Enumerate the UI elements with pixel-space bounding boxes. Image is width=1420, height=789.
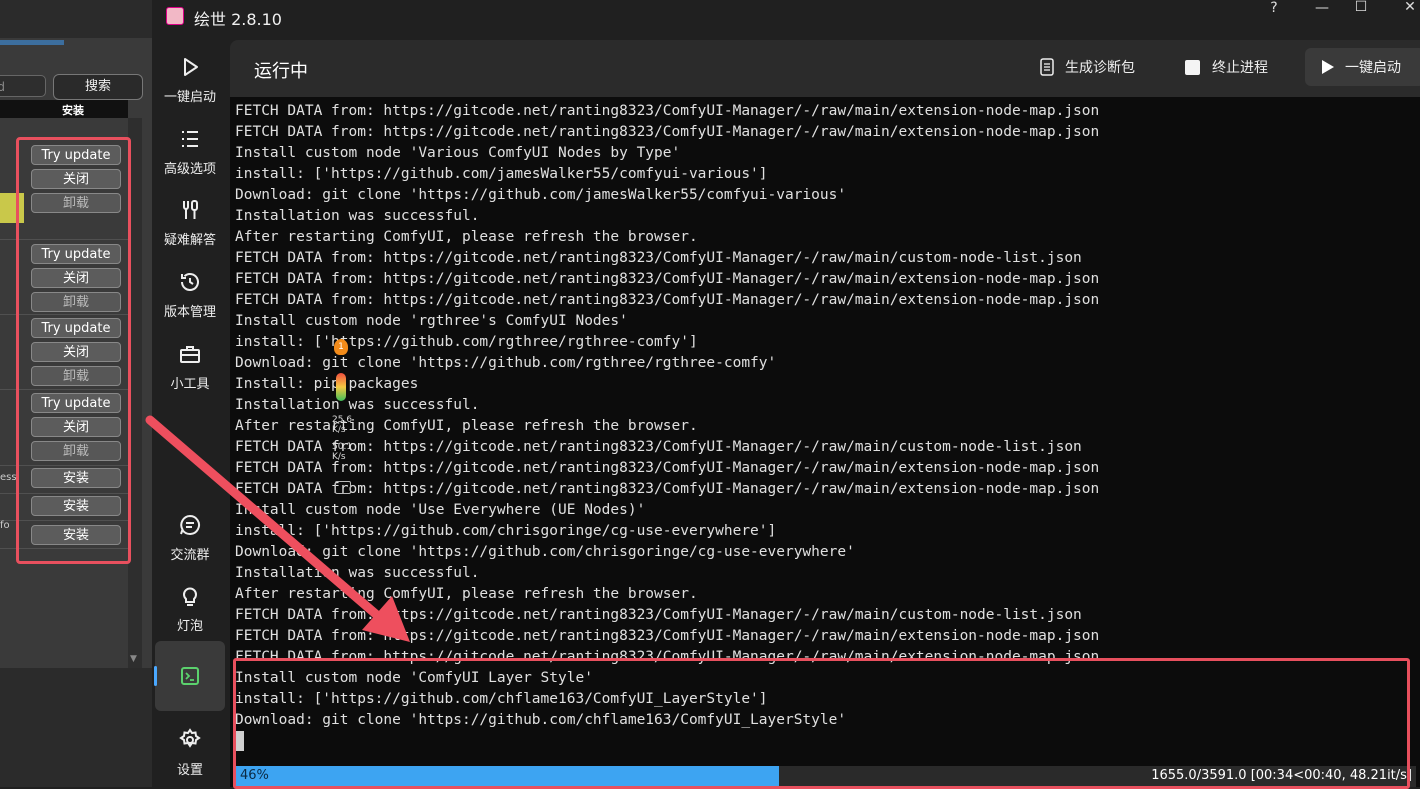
list-icon (182, 131, 198, 147)
checkbox-box[interactable] (1185, 59, 1200, 75)
active-indicator (154, 666, 157, 686)
background-tab-indicator (0, 40, 64, 45)
background-search-button[interactable]: 搜索 (53, 74, 143, 100)
install-column-header: 安装 (62, 104, 84, 117)
toolbox-icon (180, 346, 200, 363)
minimize-icon[interactable]: — (1312, 0, 1332, 16)
sidebar-item-label: 设置 (176, 763, 203, 778)
window-title: 绘世 2.8.10 (194, 10, 282, 29)
background-table-header: 安装 (0, 100, 128, 118)
annotation-highlight-buttons (16, 137, 131, 564)
app-logo-icon (166, 7, 184, 25)
close-icon[interactable]: ✕ (1400, 0, 1420, 15)
upload-unit: K/s (332, 425, 346, 435)
sidebar-item-settings[interactable]: 设置 (152, 728, 228, 778)
truncated-text: fo (0, 520, 10, 531)
upload-speed: 25.6 (332, 415, 353, 425)
usage-meter (336, 373, 346, 401)
chat-icon (180, 514, 200, 535)
sidebar-item-troubleshoot[interactable]: 疑难解答 (152, 198, 228, 248)
notification-badge: 1 (334, 339, 348, 355)
sidebar-item-label: 疑难解答 (163, 233, 216, 248)
sidebar-item-tools[interactable]: 小工具 (152, 342, 228, 392)
sidebar-item-label: 小工具 (170, 377, 210, 392)
sidebar-item-label: 灯泡 (176, 619, 203, 634)
terminate-label: 终止进程 (1212, 60, 1268, 76)
window-titlebar: 绘世 2.8.10 ? — ☐ ✕ (152, 0, 1420, 38)
console-icon (181, 667, 199, 685)
gear-icon (179, 728, 201, 748)
download-speed: 50.1 (332, 442, 353, 452)
help-icon[interactable]: ? (1264, 0, 1284, 16)
sidebar-item-label: 高级选项 (163, 162, 216, 177)
truncated-text: ess (0, 472, 17, 483)
oneclick-label: 一键启动 (1345, 60, 1401, 76)
camera-icon[interactable] (335, 481, 351, 494)
sidebar-item-lightbulb[interactable]: 灯泡 (152, 584, 228, 634)
console-log-text: FETCH DATA from: https://gitcode.net/ran… (235, 103, 1100, 728)
network-monitor-widget[interactable]: 1 25.6 K/s 50.1 K/s (330, 335, 356, 500)
page-title: 运行中 (254, 61, 308, 82)
maximize-icon[interactable]: ☐ (1351, 0, 1371, 15)
generate-diagnostics-button[interactable]: 生成诊断包 (1039, 48, 1135, 86)
lightbulb-icon (183, 587, 197, 606)
sidebar-item-advanced[interactable]: 高级选项 (152, 127, 228, 177)
annotation-highlight-console (233, 658, 1410, 789)
sidebar-item-version[interactable]: 版本管理 (152, 270, 228, 320)
background-titlebar (0, 0, 152, 38)
diagnostics-label: 生成诊断包 (1065, 60, 1135, 76)
terminate-process-checkbox[interactable]: 终止进程 (1185, 48, 1268, 86)
history-icon (181, 273, 199, 291)
sidebar-item-label: 交流群 (170, 548, 210, 563)
background-search-input[interactable]: d (0, 75, 46, 97)
background-footer (0, 668, 152, 787)
sidebar: 一键启动 高级选项 疑难解答 版本管理 小工具 交流群 灯泡 设置 (152, 38, 228, 787)
sidebar-item-console[interactable] (154, 641, 225, 711)
sidebar-item-label: 一键启动 (163, 90, 216, 105)
tools-icon (183, 200, 198, 219)
sidebar-item-launch[interactable]: 一键启动 (152, 55, 228, 105)
one-click-launch-button[interactable]: 一键启动 (1305, 48, 1420, 86)
download-unit: K/s (332, 452, 346, 462)
sidebar-item-community[interactable]: 交流群 (152, 513, 228, 563)
play-icon (184, 58, 198, 76)
document-icon (1040, 58, 1054, 76)
sidebar-item-label: 版本管理 (163, 305, 216, 320)
play-icon (1322, 60, 1334, 74)
scroll-down-icon[interactable]: ▼ (130, 654, 137, 664)
